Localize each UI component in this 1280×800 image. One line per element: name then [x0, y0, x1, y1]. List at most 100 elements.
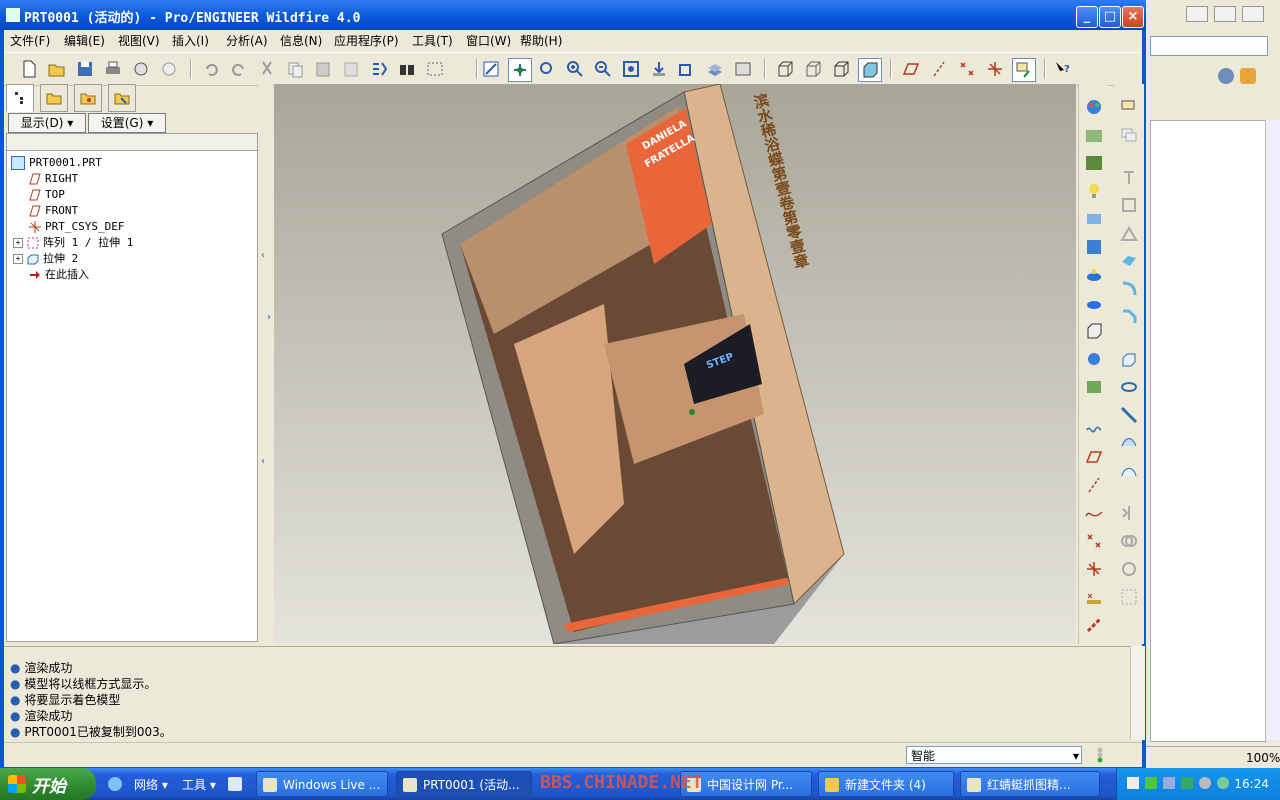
traffic-light-icon[interactable] — [1096, 747, 1104, 763]
rib-icon[interactable] — [1118, 222, 1140, 244]
close-button[interactable]: × — [1122, 6, 1144, 28]
annotations-icon[interactable] — [1012, 58, 1036, 82]
navigator-splitter[interactable]: ‹ › ‹ — [258, 84, 272, 644]
new-icon[interactable] — [18, 58, 40, 80]
extrude-tool-icon[interactable] — [1118, 348, 1140, 370]
tree-item-part[interactable]: PRT0001.PRT — [11, 155, 102, 171]
menu-view[interactable]: 视图(V) — [118, 32, 160, 49]
blend-icon[interactable] — [1118, 432, 1140, 454]
tab-folder-browser[interactable] — [40, 84, 68, 112]
menu-analysis[interactable]: 分析(A) — [226, 32, 268, 49]
email-link-icon[interactable] — [158, 58, 180, 80]
tray-camera-icon[interactable] — [1127, 777, 1139, 789]
redo-icon[interactable] — [228, 58, 250, 80]
plane-icon[interactable] — [1083, 446, 1105, 468]
mirror-icon[interactable] — [1118, 502, 1140, 524]
ie-icon[interactable] — [108, 777, 122, 791]
render-region-icon[interactable] — [1083, 292, 1105, 314]
sweep-icon[interactable] — [1118, 404, 1140, 426]
graphics-window[interactable]: DANIELA FRATELLA STEP 滨水稀浴蝶第壹卷第零壹章 — [274, 84, 1076, 644]
copy-geom-icon[interactable] — [1118, 124, 1140, 146]
point-icon[interactable] — [1083, 530, 1105, 552]
copy-icon[interactable] — [284, 58, 306, 80]
annotation-feature-icon[interactable] — [1118, 96, 1140, 118]
select-box-icon[interactable] — [424, 58, 446, 80]
expand-icon[interactable]: + — [13, 254, 23, 264]
round-icon[interactable] — [1118, 278, 1140, 300]
zoom-level[interactable]: 100% — [1246, 751, 1280, 765]
tray-security-icon[interactable] — [1181, 777, 1193, 789]
chevron-down-icon[interactable]: ▾ — [1073, 747, 1079, 765]
tree-item-right[interactable]: RIGHT — [29, 171, 78, 187]
tree-item-insert-here[interactable]: 在此插入 — [29, 267, 89, 283]
selection-filter[interactable]: 智能 ▾ — [906, 746, 1082, 764]
datum-axes-icon[interactable] — [928, 58, 950, 80]
tab-favorites[interactable] — [74, 84, 102, 112]
find-icon[interactable] — [396, 58, 418, 80]
menu-help[interactable]: 帮助(H) — [520, 32, 562, 49]
spin-center-icon[interactable] — [508, 58, 532, 82]
open-icon[interactable] — [46, 58, 68, 80]
quick-network[interactable]: 网络 ▾ — [134, 776, 168, 793]
texture-icon[interactable] — [1083, 152, 1105, 174]
draft-icon[interactable] — [1118, 250, 1140, 272]
layers-icon[interactable] — [704, 58, 726, 80]
menu-applications[interactable]: 应用程序(P) — [334, 32, 399, 49]
chain-icon[interactable] — [1083, 614, 1105, 636]
tree-item-pattern[interactable]: + 阵列 1 / 拉伸 1 — [13, 235, 133, 251]
datum-points-icon[interactable] — [956, 58, 978, 80]
task-proe[interactable]: PRT0001 (活动... — [396, 771, 532, 797]
undo-icon[interactable] — [200, 58, 222, 80]
zoom-in-icon[interactable] — [564, 58, 586, 80]
menu-edit[interactable]: 编辑(E) — [64, 32, 105, 49]
quick-tools[interactable]: 工具 ▾ — [182, 776, 216, 793]
user-icon[interactable] — [1240, 68, 1256, 84]
refit-icon[interactable] — [620, 58, 642, 80]
maximize-button[interactable]: □ — [1099, 6, 1121, 28]
csys-icon[interactable] — [984, 58, 1006, 80]
task-folder[interactable]: 新建文件夹 (4) — [818, 771, 954, 797]
message-scrollbar[interactable] — [1130, 646, 1145, 740]
tray-umbrella-icon[interactable] — [1217, 777, 1229, 789]
tray-network-icon[interactable] — [1145, 777, 1157, 789]
tray-app-icon[interactable] — [1199, 777, 1211, 789]
menu-file[interactable]: 文件(F) — [10, 32, 50, 49]
collapse-arrow-icon[interactable]: ‹ — [261, 250, 265, 261]
paste-icon[interactable] — [312, 58, 334, 80]
task-windows-live[interactable]: Windows Live ... — [256, 771, 388, 797]
analysis-feature-icon[interactable] — [1083, 586, 1105, 608]
sketch-icon[interactable] — [1083, 418, 1105, 440]
minimize-button[interactable]: _ — [1076, 6, 1098, 28]
render-icon[interactable] — [1083, 264, 1105, 286]
context-help-icon[interactable]: ? — [1052, 58, 1074, 80]
save-icon[interactable] — [74, 58, 96, 80]
appearance-gallery-icon[interactable] — [1083, 96, 1105, 118]
paste-special-icon[interactable] — [340, 58, 362, 80]
expand-icon[interactable]: + — [13, 238, 23, 248]
scene-icon[interactable] — [1083, 124, 1105, 146]
regenerate-icon[interactable] — [368, 58, 390, 80]
model-setup-icon[interactable] — [1083, 320, 1105, 342]
repaint-icon[interactable] — [480, 58, 502, 80]
tree-item-front[interactable]: FRONT — [29, 203, 78, 219]
axis-icon[interactable] — [1083, 474, 1105, 496]
start-button[interactable]: 开始 — [0, 768, 96, 800]
menu-info[interactable]: 信息(N) — [280, 32, 322, 49]
perspective-icon[interactable] — [1083, 348, 1105, 370]
pattern-tool-icon[interactable] — [1118, 586, 1140, 608]
light-icon[interactable] — [1083, 180, 1105, 202]
tab-connections[interactable] — [108, 84, 136, 112]
boundary-blend-icon[interactable] — [1118, 460, 1140, 482]
tree-item-extrude[interactable]: + 拉伸 2 — [13, 251, 78, 267]
menu-window[interactable]: 窗口(W) — [466, 32, 511, 49]
shading-icon[interactable] — [858, 58, 882, 82]
orient-icon[interactable] — [536, 58, 558, 80]
tree-item-csys[interactable]: PRT_CSYS_DEF — [29, 219, 124, 235]
curve-icon[interactable] — [1083, 502, 1105, 524]
background-scrollbar[interactable] — [1265, 120, 1280, 740]
revolve-icon[interactable] — [1118, 376, 1140, 398]
room-icon[interactable] — [1083, 236, 1105, 258]
email-icon[interactable] — [130, 58, 152, 80]
reorient-icon[interactable] — [648, 58, 670, 80]
settings-dropdown[interactable]: 设置(G) ▾ — [88, 113, 166, 133]
